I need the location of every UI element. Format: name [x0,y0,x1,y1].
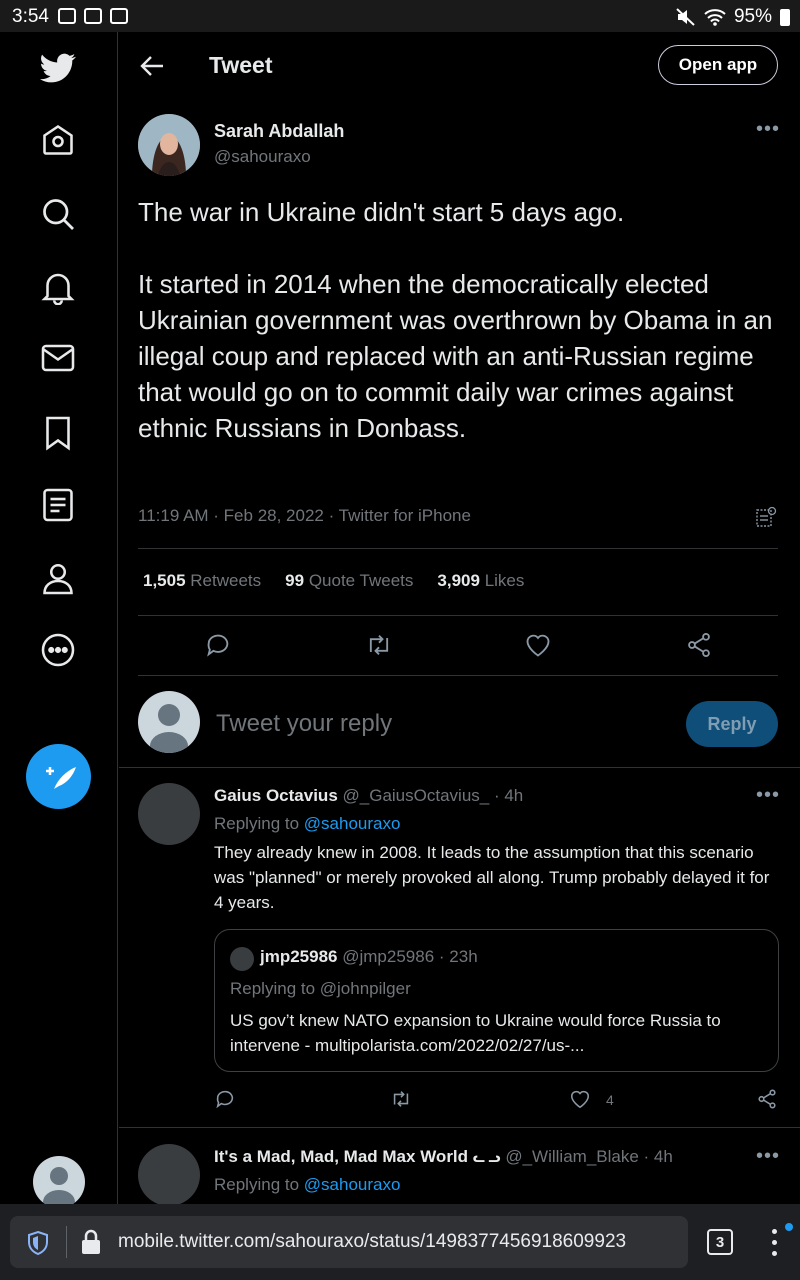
retweet-icon[interactable] [390,1088,412,1110]
divider [138,548,778,549]
reply-avatar[interactable] [138,1144,200,1204]
retweet-icon[interactable] [365,631,393,659]
status-bar: 3:54 95% [0,0,800,32]
tweet-text: The war in Ukraine didn't start 5 days a… [138,197,773,443]
more-dots-icon[interactable]: ••• [756,784,780,807]
quoted-avatar [230,947,254,971]
reply-author-name[interactable]: It's a Mad, Mad, Mad Max World [214,1147,468,1166]
reply-avatar[interactable] [138,783,200,845]
reply-header: Gaius Octavius @_GaiusOctavius_ · 4h [214,786,523,806]
address-bar[interactable]: mobile.twitter.com/sahouraxo/status/1498… [10,1216,688,1268]
shield-icon[interactable] [26,1230,50,1256]
account-avatar[interactable] [33,1156,85,1208]
reply-time[interactable]: · 4h [494,786,523,805]
home-icon[interactable] [40,122,76,158]
my-avatar [138,691,200,753]
share-icon[interactable] [756,1088,778,1110]
quoted-tweet-card[interactable]: jmp25986 @jmp25986 · 23h Replying to @jo… [214,929,779,1072]
share-icon[interactable] [685,631,713,659]
tab-count-button[interactable]: 3 [707,1229,733,1255]
replying-to-link[interactable]: @sahouraxo [304,814,401,833]
compose-tweet-button[interactable] [26,744,91,809]
divider [138,675,778,676]
like-count: 4 [606,1092,614,1108]
divider [66,1226,67,1258]
reply-icon[interactable] [214,1088,236,1110]
twitter-logo-icon[interactable] [40,50,76,86]
replying-to: Replying to @sahouraxo [214,814,401,833]
back-arrow-icon[interactable] [139,54,165,78]
screenshot-icon [84,8,102,24]
check-icon [110,8,128,24]
more-dots-icon[interactable]: ••• [756,1145,780,1168]
bookmark-icon[interactable] [40,415,76,451]
quoted-author-name: jmp25986 [260,947,338,966]
sidebar-nav [0,32,118,1208]
replying-to: Replying to @sahouraxo [214,1175,401,1194]
likes-stat[interactable]: 3,909 Likes [437,571,524,591]
like-icon[interactable] [524,631,552,659]
tweet-meta[interactable]: 11:19 AM · Feb 28, 2022 · Twitter for iP… [138,506,471,526]
retweets-stat[interactable]: 1,505 Retweets [143,571,261,591]
notification-icons [58,8,128,24]
profile-icon[interactable] [40,560,76,596]
quoted-author-handle: @jmp25986 [342,947,435,966]
page-title: Tweet [209,52,273,78]
divider [119,1127,800,1128]
search-icon[interactable] [40,196,76,232]
reply-time[interactable]: · 4h [644,1147,673,1166]
divider [119,767,800,768]
divider [138,615,778,616]
reply-author-name[interactable]: Gaius Octavius [214,786,338,805]
tweet-detail: Tweet Open app Sarah Abdallah @sahouraxo… [119,32,800,1204]
quoted-header: jmp25986 @jmp25986 · 23h [260,947,478,967]
mute-icon [676,8,695,26]
url-text[interactable]: mobile.twitter.com/sahouraxo/status/1498… [118,1231,626,1253]
status-time: 3:54 [12,6,49,27]
more-dots-icon[interactable]: ••• [756,118,780,141]
reply-text: They already knew in 2008. It leads to t… [214,843,770,912]
menu-dots-icon[interactable] [768,1228,780,1258]
bell-icon[interactable] [40,269,76,305]
quote-tweets-stat[interactable]: 99 Quote Tweets [285,571,413,591]
wifi-icon [704,9,726,26]
gallery-icon [58,8,76,24]
battery-percent: 95% [733,6,772,27]
compose-icon [46,767,76,789]
quoted-replying-to: Replying to @johnpilger [230,979,411,998]
reply-button[interactable]: Reply [686,701,778,747]
update-badge [785,1223,793,1231]
author-handle[interactable]: @sahouraxo [214,147,311,167]
mail-icon[interactable] [40,340,76,376]
reply-author-name-suffix: ᓚ ᓗ [472,1150,501,1165]
lock-icon [82,1229,100,1254]
battery-icon [780,8,790,26]
reply-icon[interactable] [204,631,232,659]
reply-author-handle[interactable]: @_William_Blake [505,1147,638,1166]
tweet-stats: 1,505 Retweets 99 Quote Tweets 3,909 Lik… [143,571,524,591]
open-app-button[interactable]: Open app [658,45,778,85]
quoted-time: · 23h [438,947,478,966]
replying-to-link[interactable]: @sahouraxo [304,1175,401,1194]
more-circle-icon[interactable] [40,632,76,668]
author-name[interactable]: Sarah Abdallah [214,121,344,142]
analytics-icon[interactable] [755,506,777,528]
like-icon[interactable] [569,1088,591,1110]
reply-author-handle[interactable]: @_GaiusOctavius_ [343,786,490,805]
reply-input[interactable]: Tweet your reply [216,710,392,738]
quoted-text: US gov’t knew NATO expansion to Ukraine … [230,1011,721,1055]
browser-toolbar: mobile.twitter.com/sahouraxo/status/1498… [0,1204,800,1280]
reply-header: It's a Mad, Mad, Mad Max World ᓚ ᓗ @_Wil… [214,1147,673,1167]
author-avatar[interactable] [138,114,200,176]
lists-icon[interactable] [40,487,76,523]
